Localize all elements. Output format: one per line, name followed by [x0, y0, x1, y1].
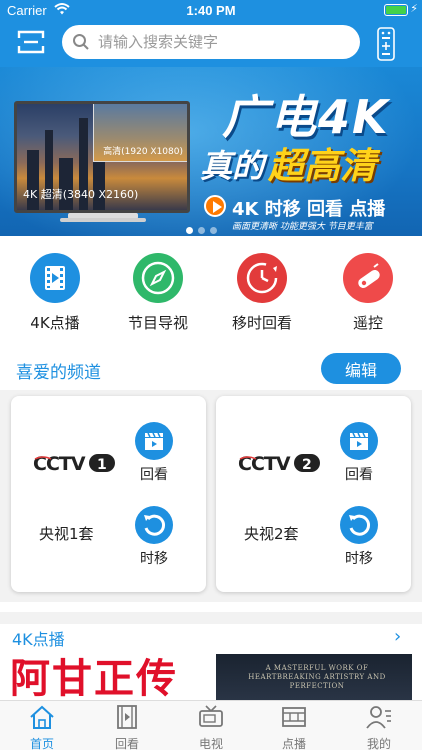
quick-remote[interactable]: 遥控 [323, 253, 413, 333]
channel-card[interactable]: CCTV 1 央视1套 回看 时移 [11, 396, 206, 592]
poster-second[interactable]: A MASTERFUL WORK OF HEARTBREAKING ARTIST… [216, 654, 412, 702]
cctv2-logo: CCTV 2 [238, 453, 320, 475]
poster-forrest-gump[interactable]: 阿甘正传 [10, 654, 206, 702]
timeshift-label: 时移 [345, 551, 373, 567]
remote-icon [343, 253, 393, 303]
tab-label: 首页 [29, 737, 54, 750]
channel-name: 央视1套 [39, 525, 94, 543]
rewind-circle-icon [135, 506, 173, 544]
promo-banner[interactable]: 高清(1920 X1080) 4K 超清(3840 X2160) 广电4K 真的… [0, 67, 422, 236]
uhd-label: 4K 超清(3840 X2160) [23, 188, 139, 201]
clapper-icon [135, 422, 173, 460]
channel-card[interactable]: CCTV 2 央视2套 回看 时移 [216, 396, 411, 592]
banner-title-a: 真的 [200, 147, 265, 185]
svg-text:1: 1 [97, 457, 107, 473]
play-icon [204, 195, 226, 217]
timeshift-label: 时移 [140, 551, 168, 567]
tab-label: 电视 [198, 737, 223, 750]
top-header: Carrier 1:40 PM ⚡ [0, 0, 422, 67]
battery-icon [384, 4, 408, 16]
tab-label: 回看 [114, 737, 139, 750]
rewind-circle-icon [340, 506, 378, 544]
replay-label: 回看 [345, 467, 373, 483]
tab-vod[interactable]: 点播 [264, 704, 324, 750]
tab-home[interactable]: 首页 [12, 704, 72, 750]
svg-text:CCTV: CCTV [238, 453, 291, 475]
charging-icon: ⚡ [410, 2, 418, 15]
chevron-right-icon[interactable]: › [394, 626, 401, 647]
section-4k-title: 4K点播 [12, 630, 65, 649]
pager-dot[interactable] [198, 227, 205, 234]
film-play-icon [30, 253, 80, 303]
status-bar: Carrier 1:40 PM ⚡ [0, 0, 422, 22]
tv-image: 高清(1920 X1080) 4K 超清(3840 X2160) [14, 101, 190, 213]
edit-button[interactable]: 编辑 [321, 353, 401, 384]
channel-name: 央视2套 [244, 525, 299, 543]
tab-mine[interactable]: 我的 [349, 704, 409, 750]
quick-label: 节目导视 [127, 314, 188, 332]
film-icon [117, 705, 137, 729]
quick-label: 移时回看 [231, 314, 292, 332]
pager-dot[interactable] [210, 227, 217, 234]
tab-replay[interactable]: 回看 [97, 704, 157, 750]
cctv1-logo: CCTV 1 [33, 453, 115, 475]
film-strip-icon [282, 707, 306, 727]
quick-label: 遥控 [352, 314, 383, 332]
tab-bar: 首页 回看 电视 点播 我的 [0, 700, 422, 750]
quick-timeshift[interactable]: 移时回看 [217, 253, 307, 333]
favorites-list: CCTV 1 央视1套 回看 时移 CCTV 2 央视2套 回看 时移 [0, 390, 422, 602]
tab-label: 点播 [281, 737, 306, 750]
quick-entries: 4K点播 节目导视 移时回看 遥控 [0, 253, 422, 337]
hd-label: 高清(1920 X1080) [103, 147, 183, 157]
banner-pager[interactable] [186, 219, 222, 236]
user-icon [366, 706, 391, 729]
banner-tagline: 画面更清晰 功能更强大 节目更丰富 [232, 222, 373, 232]
banner-title-b: 超高清 [268, 146, 377, 187]
pager-dot[interactable] [186, 227, 193, 234]
svg-text:2: 2 [302, 457, 312, 473]
section-divider [0, 612, 422, 624]
replay-label: 回看 [140, 467, 168, 483]
search-icon [73, 34, 89, 50]
svg-text:CCTV: CCTV [33, 453, 86, 475]
tv-icon [199, 705, 223, 727]
clapper-icon [340, 422, 378, 460]
tab-label: 我的 [366, 737, 391, 750]
banner-subtitle: 4K 时移 回看 点播 [232, 199, 386, 220]
favorites-title: 喜爱的频道 [16, 363, 101, 383]
tab-tv[interactable]: 电视 [181, 704, 241, 750]
replay-button[interactable]: 回看 [129, 422, 179, 484]
status-time: 1:40 PM [186, 3, 236, 18]
scan-icon[interactable] [16, 28, 46, 56]
quick-label: 4K点播 [30, 314, 80, 332]
remote-icon[interactable] [376, 27, 396, 61]
compass-icon [133, 253, 183, 303]
clock-rewind-icon [237, 253, 287, 303]
poster-tagline: A MASTERFUL WORK OF HEARTBREAKING ARTIST… [248, 664, 386, 690]
quick-4k-vod[interactable]: 4K点播 [10, 253, 100, 333]
home-icon [30, 705, 54, 729]
quick-program-guide[interactable]: 节目导视 [113, 253, 203, 333]
poster-title: 阿甘正传 [10, 656, 178, 702]
search-input[interactable] [98, 31, 348, 53]
replay-button[interactable]: 回看 [334, 422, 384, 484]
search-bar[interactable] [62, 25, 360, 59]
timeshift-button[interactable]: 时移 [129, 506, 179, 568]
timeshift-button[interactable]: 时移 [334, 506, 384, 568]
